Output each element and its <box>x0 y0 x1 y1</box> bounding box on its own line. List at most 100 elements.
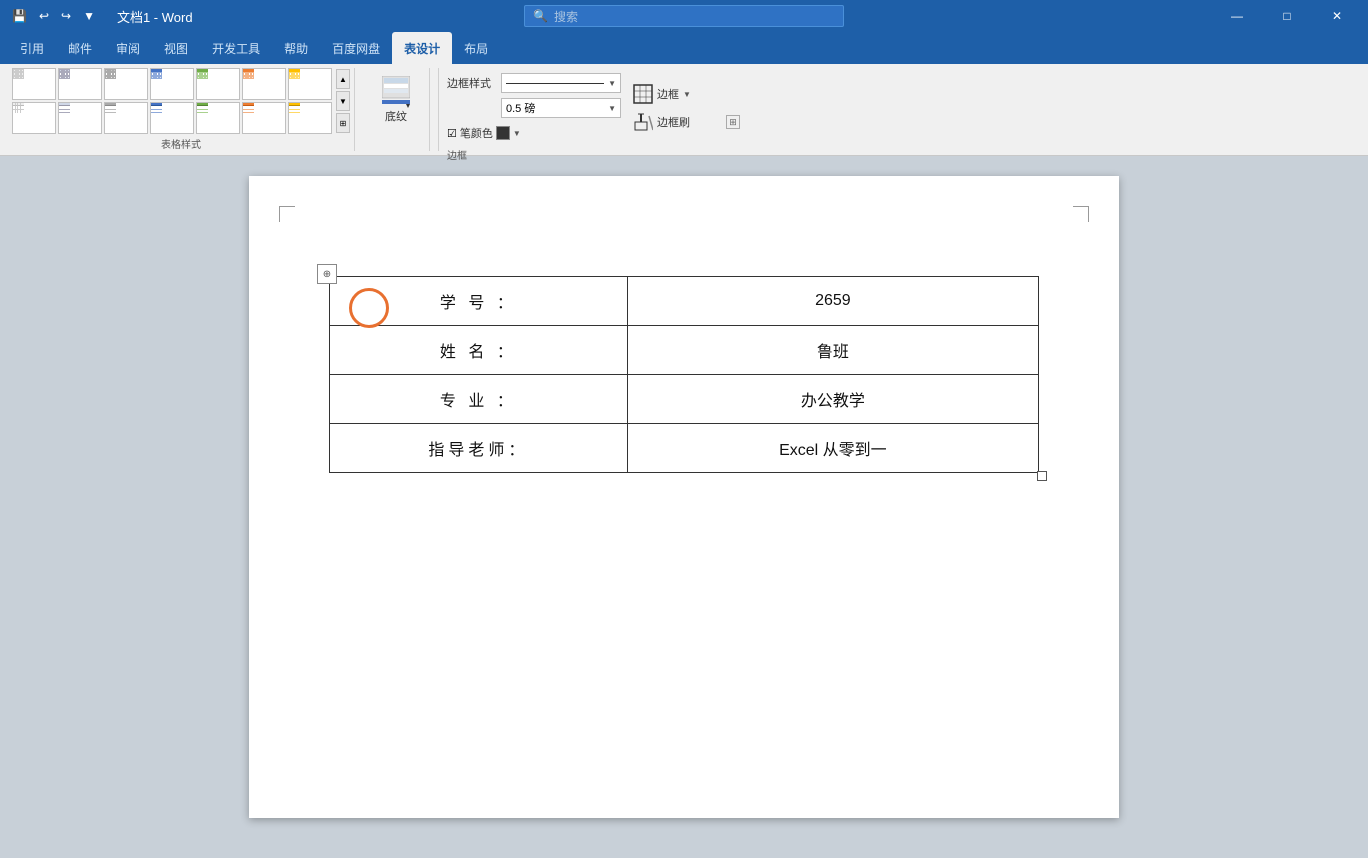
close-button[interactable]: ✕ <box>1314 0 1360 32</box>
border-width-arrow: ▼ <box>608 104 616 113</box>
search-bar[interactable]: 🔍 搜索 <box>524 5 844 27</box>
tab-mail[interactable]: 邮件 <box>56 32 104 64</box>
pen-color-arrow: ▼ <box>513 129 521 138</box>
border-style-arrow: ▼ <box>608 79 616 88</box>
style-item-6[interactable] <box>242 68 286 100</box>
pen-color-checkbox: ☑ <box>447 127 457 140</box>
ribbon-content: ▲ ▼ ⊞ 表格样式 底纹 <box>0 64 1368 156</box>
table-cell-value-2[interactable]: 办公教学 <box>627 375 1038 424</box>
table-cell-label-3[interactable]: 指导老师： <box>330 424 628 473</box>
table-cell-value-3[interactable]: Excel 从零到一 <box>627 424 1038 473</box>
title-bar-left: 💾 ↩ ↪ ▼ 文档1 - Word <box>8 7 193 26</box>
pen-color-swatch <box>496 126 510 140</box>
document-page: ⊕ 学 号 ： 2659 姓 名 ： 鲁班 专 业 ： 办公教学 指导老师： <box>249 176 1119 818</box>
tab-view[interactable]: 视图 <box>152 32 200 64</box>
style-item-9[interactable] <box>58 102 102 134</box>
qa-save-btn[interactable]: 💾 <box>8 7 31 25</box>
border-btn-label: 边框 <box>657 86 679 102</box>
styles-expand[interactable]: ⊞ <box>336 113 350 133</box>
search-placeholder: 搜索 <box>554 8 578 25</box>
style-item-7[interactable] <box>288 68 332 100</box>
table-move-handle[interactable]: ⊕ <box>317 264 337 284</box>
table-row: 专 业 ： 办公教学 <box>330 375 1039 424</box>
style-item-13[interactable] <box>242 102 286 134</box>
corner-mark-tr <box>1073 206 1089 222</box>
qa-redo-btn[interactable]: ↪ <box>57 7 75 25</box>
qa-menu-btn[interactable]: ▼ <box>79 7 99 25</box>
tab-review[interactable]: 审阅 <box>104 32 152 64</box>
shading-svg <box>382 76 410 108</box>
style-item-11[interactable] <box>150 102 194 134</box>
style-item-8[interactable] <box>12 102 56 134</box>
border-style-dropdown[interactable]: ▼ <box>501 73 621 93</box>
styles-scroll-up[interactable]: ▲ <box>336 69 350 89</box>
minimize-button[interactable]: — <box>1214 0 1260 32</box>
borders-group: 边框样式 ▼ 0.5 磅 ▼ <box>438 68 718 151</box>
table-styles-label: 表格样式 <box>12 134 350 151</box>
pen-color-label: 笔颜色 <box>460 125 493 141</box>
ribbon-tabs: 引用 邮件 审阅 视图 开发工具 帮助 百度网盘 表设计 布局 <box>0 32 1368 64</box>
borders-group-label: 边框 <box>447 147 710 162</box>
pen-color-btn[interactable]: ☑ 笔颜色 ▼ <box>447 125 521 141</box>
style-item-12[interactable] <box>196 102 240 134</box>
border-btn[interactable]: 边框 ▼ <box>627 81 697 107</box>
quick-access-toolbar: 💾 ↩ ↪ ▼ <box>8 7 99 25</box>
tab-table-design[interactable]: 表设计 <box>392 32 452 64</box>
table-cell-value-1[interactable]: 鲁班 <box>627 326 1038 375</box>
tab-baidu[interactable]: 百度网盘 <box>320 32 392 64</box>
styles-scroll-down[interactable]: ▼ <box>336 91 350 111</box>
shading-label: 底纹 <box>385 108 407 124</box>
style-item-1[interactable] <box>12 68 56 100</box>
border-painter-btn[interactable]: 边框刷 <box>627 109 697 135</box>
border-style-row: 边框样式 ▼ 0.5 磅 ▼ <box>447 72 710 144</box>
border-btn-icon <box>633 84 653 104</box>
table-row: 姓 名 ： 鲁班 <box>330 326 1039 375</box>
style-item-3[interactable] <box>104 68 148 100</box>
table-row: 学 号 ： 2659 <box>330 277 1039 326</box>
style-item-10[interactable] <box>104 102 148 134</box>
table-cell-label-0[interactable]: 学 号 ： <box>330 277 628 326</box>
shading-button[interactable]: 底纹 <box>371 72 421 128</box>
qa-undo-btn[interactable]: ↩ <box>35 7 53 25</box>
tab-dev[interactable]: 开发工具 <box>200 32 272 64</box>
maximize-button[interactable]: □ <box>1264 0 1310 32</box>
border-painter-label: 边框刷 <box>657 114 690 130</box>
search-area: 🔍 搜索 <box>524 5 844 27</box>
doc-title: 文档1 - Word <box>117 7 193 26</box>
style-item-5[interactable] <box>196 68 240 100</box>
border-expand-btn[interactable]: ⊞ <box>726 115 740 129</box>
document-area: ⊕ 学 号 ： 2659 姓 名 ： 鲁班 专 业 ： 办公教学 指导老师： <box>0 156 1368 838</box>
border-expand-area: ⊞ <box>726 68 740 151</box>
pen-color-control: ☑ 笔颜色 ▼ <box>447 122 621 144</box>
shading-icon <box>380 76 412 108</box>
table-cell-label-2[interactable]: 专 业 ： <box>330 375 628 424</box>
style-item-14[interactable] <box>288 102 332 134</box>
table-cell-value-0[interactable]: 2659 <box>627 277 1038 326</box>
table-resize-handle[interactable] <box>1037 471 1047 481</box>
title-bar: 💾 ↩ ↪ ▼ 文档1 - Word 🔍 搜索 — □ ✕ <box>0 0 1368 32</box>
border-btn-arrow: ▼ <box>683 90 691 99</box>
table-cell-label-1[interactable]: 姓 名 ： <box>330 326 628 375</box>
document-table: 学 号 ： 2659 姓 名 ： 鲁班 专 业 ： 办公教学 指导老师： Exc… <box>329 276 1039 473</box>
border-main-btn: 边框样式 ▼ 0.5 磅 ▼ <box>447 72 697 144</box>
border-width-value: 0.5 磅 <box>506 100 608 116</box>
table-styles-inner: ▲ ▼ ⊞ <box>12 68 350 134</box>
table-styles-group: ▲ ▼ ⊞ 表格样式 <box>8 68 355 151</box>
shading-group: 底纹 <box>363 68 430 151</box>
style-item-2[interactable] <box>58 68 102 100</box>
table-container: ⊕ 学 号 ： 2659 姓 名 ： 鲁班 专 业 ： 办公教学 指导老师： <box>329 276 1039 473</box>
border-width-dropdown[interactable]: 0.5 磅 ▼ <box>501 98 621 118</box>
style-item-4[interactable] <box>150 68 194 100</box>
tab-cite[interactable]: 引用 <box>8 32 56 64</box>
border-width-control: 0.5 磅 ▼ <box>447 97 621 119</box>
border-tools: 边框样式 ▼ 0.5 磅 ▼ <box>447 72 697 144</box>
tab-help[interactable]: 帮助 <box>272 32 320 64</box>
tab-layout[interactable]: 布局 <box>452 32 500 64</box>
border-controls: 边框样式 ▼ 0.5 磅 ▼ <box>447 72 621 144</box>
styles-scroll: ▲ ▼ ⊞ <box>336 69 350 133</box>
border-line-preview <box>506 83 604 84</box>
border-painter-icon <box>633 112 653 132</box>
corner-mark-tl <box>279 206 295 222</box>
styles-grid <box>12 68 332 134</box>
border-style-label: 边框样式 <box>447 75 497 91</box>
